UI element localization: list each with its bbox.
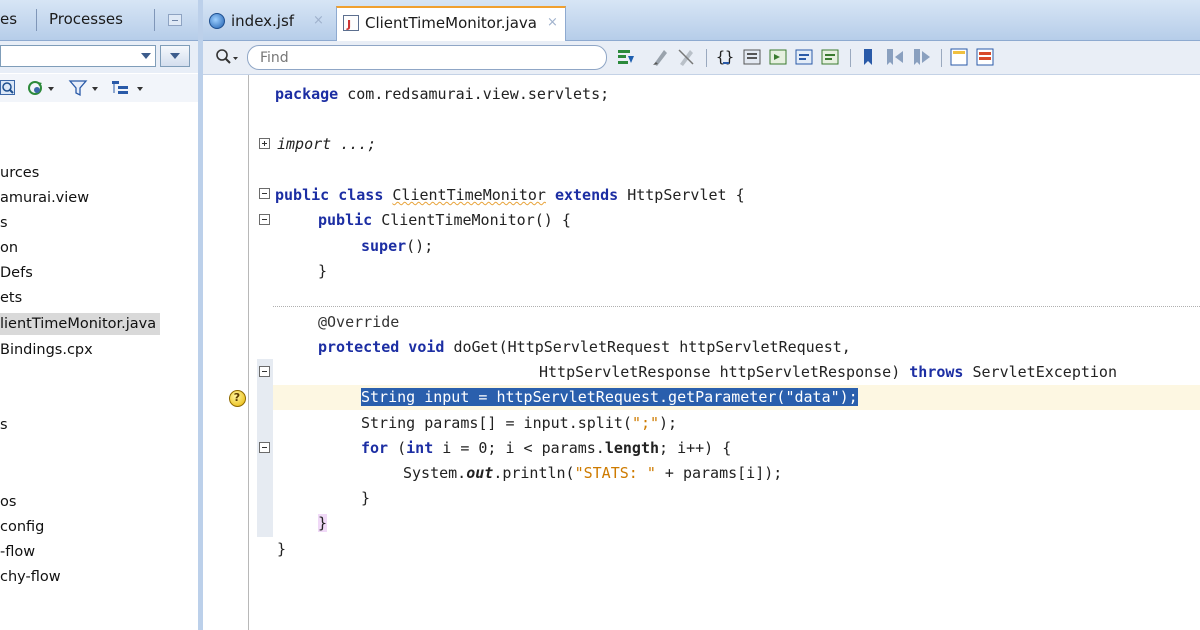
code-line: import ...; bbox=[277, 135, 377, 153]
code-line: for (int i = 0; i < params.length; i++) … bbox=[361, 439, 732, 457]
tab-processes[interactable]: Processes bbox=[49, 10, 123, 28]
collapse-fold-icon[interactable] bbox=[259, 214, 270, 225]
code-line: super(); bbox=[361, 237, 434, 255]
editor-toolbar: {} bbox=[203, 41, 1200, 75]
code-line: } bbox=[361, 489, 371, 507]
tab-label: index.jsf bbox=[231, 12, 295, 30]
tree-node[interactable]: -flow bbox=[0, 541, 35, 563]
paintbrush-off-icon[interactable] bbox=[676, 47, 696, 67]
code-line-selected[interactable]: String input = httpServletRequest.getPar… bbox=[361, 385, 858, 410]
uncomment-icon[interactable] bbox=[820, 47, 840, 67]
code-line: } bbox=[318, 262, 328, 280]
filter-icon[interactable] bbox=[68, 79, 102, 97]
editor-tab-strip: index.jsf × ClientTimeMonitor.java × bbox=[203, 0, 1200, 41]
gutter-divider bbox=[248, 75, 249, 630]
project-selector-row bbox=[0, 41, 198, 73]
project-menu-button[interactable] bbox=[160, 45, 190, 67]
toolbar-divider bbox=[850, 49, 851, 67]
close-icon[interactable]: × bbox=[547, 8, 558, 38]
project-dropdown[interactable] bbox=[0, 45, 156, 67]
tree-node[interactable]: config bbox=[0, 516, 44, 538]
toolbar-divider bbox=[941, 49, 942, 67]
code-line: } bbox=[318, 514, 328, 532]
search-icon[interactable] bbox=[215, 48, 241, 70]
tree-node[interactable]: s bbox=[0, 414, 8, 436]
sync-icon[interactable] bbox=[26, 79, 58, 97]
method-separator bbox=[273, 306, 1200, 307]
paintbrush-icon[interactable] bbox=[650, 47, 670, 67]
code-line: public ClientTimeMonitor() { bbox=[318, 211, 571, 229]
tab-files[interactable]: es bbox=[0, 10, 17, 28]
chevron-down-icon bbox=[170, 53, 180, 59]
tree-node[interactable]: s bbox=[0, 212, 8, 234]
globe-icon bbox=[209, 13, 225, 29]
tree-node[interactable]: urces bbox=[0, 162, 39, 184]
java-file-icon bbox=[343, 10, 359, 40]
minimize-icon[interactable] bbox=[168, 14, 182, 26]
chevron-down-icon bbox=[141, 53, 151, 59]
tree-node-selected[interactable]: lientTimeMonitor.java bbox=[0, 313, 161, 335]
next-bookmark-icon[interactable] bbox=[911, 47, 931, 67]
expand-fold-icon[interactable] bbox=[259, 138, 270, 149]
tab-divider bbox=[36, 9, 37, 31]
tab-divider bbox=[154, 9, 155, 31]
code-line: HttpServletResponse httpServletResponse)… bbox=[539, 363, 1117, 381]
tree-node[interactable]: chy-flow bbox=[0, 566, 61, 588]
braces-icon[interactable]: {} bbox=[715, 47, 735, 67]
tree-node[interactable]: on bbox=[0, 237, 18, 259]
code-line: public class ClientTimeMonitor extends H… bbox=[275, 186, 745, 204]
stop-macro-icon[interactable] bbox=[975, 47, 995, 67]
code-line: @Override bbox=[318, 313, 400, 331]
toolbar-divider bbox=[706, 49, 707, 67]
comment-icon[interactable] bbox=[794, 47, 814, 67]
code-editor[interactable]: ? package com.redsamurai.view.servlets; … bbox=[203, 75, 1200, 630]
navigator-tab-strip: es Processes bbox=[0, 0, 198, 41]
collapse-fold-icon[interactable] bbox=[259, 188, 270, 199]
tree-node[interactable]: ets bbox=[0, 287, 22, 309]
find-input[interactable] bbox=[247, 45, 607, 70]
tab-index-jsf[interactable]: index.jsf × bbox=[203, 6, 333, 40]
bookmark-icon[interactable] bbox=[859, 47, 879, 67]
close-icon[interactable]: × bbox=[313, 6, 324, 36]
zoom-icon[interactable] bbox=[0, 79, 16, 97]
tree-node[interactable]: Defs bbox=[0, 262, 33, 284]
shift-left-icon[interactable] bbox=[742, 47, 762, 67]
shift-right-icon[interactable] bbox=[768, 47, 788, 67]
start-macro-icon[interactable] bbox=[949, 47, 969, 67]
previous-bookmark-icon[interactable] bbox=[884, 47, 904, 67]
code-line: System.out.println("STATS: " + params[i]… bbox=[403, 464, 783, 482]
navigator-toolbar bbox=[0, 74, 198, 102]
tree-node[interactable]: os bbox=[0, 491, 16, 513]
tab-label: ClientTimeMonitor.java bbox=[365, 14, 537, 32]
tab-client-time-monitor[interactable]: ClientTimeMonitor.java × bbox=[336, 6, 566, 41]
tree-node[interactable]: Bindings.cpx bbox=[0, 339, 93, 361]
collapse-fold-icon[interactable] bbox=[259, 366, 270, 377]
lightbulb-hint-icon[interactable]: ? bbox=[228, 384, 246, 408]
find-next-icon[interactable] bbox=[616, 47, 636, 67]
code-line: } bbox=[277, 540, 287, 558]
code-line: package com.redsamurai.view.servlets; bbox=[275, 85, 610, 103]
code-line: String params[] = input.split(";"); bbox=[361, 414, 678, 432]
code-line: protected void doGet(HttpServletRequest … bbox=[318, 338, 851, 356]
collapse-fold-icon[interactable] bbox=[259, 442, 270, 453]
tree-options-icon[interactable] bbox=[110, 79, 148, 97]
navigator-panel: es Processes urces amurai.view s on Defs… bbox=[0, 0, 198, 630]
tree-node[interactable]: amurai.view bbox=[0, 187, 89, 209]
